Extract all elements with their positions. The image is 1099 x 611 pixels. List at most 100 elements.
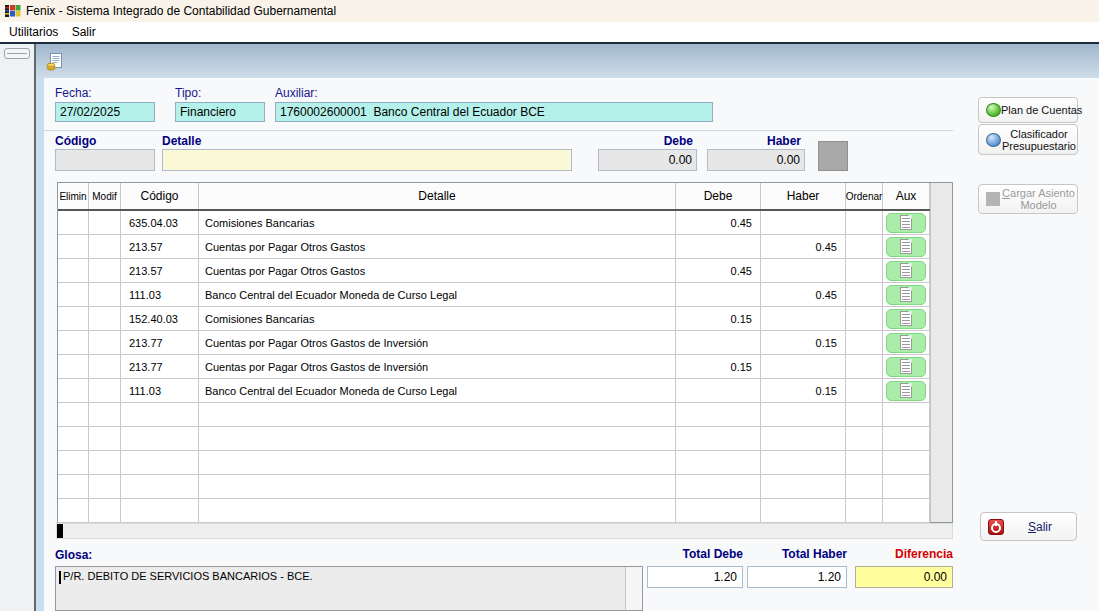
cell-detalle[interactable]: Banco Central del Ecuador Moneda de Curs… xyxy=(199,283,676,306)
table-vertical-scrollbar[interactable] xyxy=(930,183,952,522)
cell-aux[interactable] xyxy=(883,211,930,234)
cell-haber xyxy=(761,403,846,426)
cell-elimin[interactable] xyxy=(58,259,89,282)
cell-haber[interactable] xyxy=(761,259,846,282)
cell-elimin[interactable] xyxy=(58,283,89,306)
cell-modif[interactable] xyxy=(89,235,121,258)
cell-elimin[interactable] xyxy=(58,355,89,378)
cell-elimin[interactable] xyxy=(58,331,89,354)
aux-button[interactable] xyxy=(886,285,926,305)
cell-aux[interactable] xyxy=(883,259,930,282)
cell-detalle[interactable]: Comisiones Bancarias xyxy=(199,307,676,330)
aux-button[interactable] xyxy=(886,357,926,377)
cell-detalle[interactable]: Cuentas por Pagar Otros Gastos xyxy=(199,259,676,282)
cell-aux[interactable] xyxy=(883,307,930,330)
cell-detalle[interactable]: Banco Central del Ecuador Moneda de Curs… xyxy=(199,379,676,402)
debe-input[interactable]: 0.00 xyxy=(598,149,697,171)
cell-ordenar[interactable] xyxy=(846,211,883,234)
menu-utilitarios[interactable]: Utilitarios xyxy=(4,22,63,42)
cell-debe[interactable]: 0.15 xyxy=(676,307,761,330)
cell-aux[interactable] xyxy=(883,283,930,306)
cell-modif[interactable] xyxy=(89,307,121,330)
cell-modif[interactable] xyxy=(89,283,121,306)
cell-elimin[interactable] xyxy=(58,235,89,258)
cell-ordenar[interactable] xyxy=(846,379,883,402)
sidebar-collapse-handle[interactable] xyxy=(4,48,30,59)
cell-codigo[interactable]: 152.40.03 xyxy=(121,307,199,330)
cell-codigo[interactable]: 111.03 xyxy=(121,379,199,402)
glosa-textarea[interactable]: P/R. DEBITO DE SERVICIOS BANCARIOS - BCE… xyxy=(55,566,643,611)
column-header-aux: Aux xyxy=(883,183,930,209)
auxiliar-input[interactable]: 1760002600001 Banco Central del Ecuador … xyxy=(275,102,713,122)
aux-button[interactable] xyxy=(886,309,926,329)
cell-ordenar[interactable] xyxy=(846,331,883,354)
cell-detalle[interactable]: Cuentas por Pagar Otros Gastos xyxy=(199,235,676,258)
cell-codigo[interactable]: 213.57 xyxy=(121,235,199,258)
cell-haber[interactable] xyxy=(761,355,846,378)
aux-button[interactable] xyxy=(886,333,926,353)
cell-debe[interactable] xyxy=(676,379,761,402)
cell-ordenar[interactable] xyxy=(846,235,883,258)
cell-modif[interactable] xyxy=(89,211,121,234)
cell-debe[interactable] xyxy=(676,331,761,354)
cell-codigo[interactable]: 213.77 xyxy=(121,355,199,378)
cell-ordenar[interactable] xyxy=(846,355,883,378)
aux-button[interactable] xyxy=(886,213,926,233)
cell-haber[interactable]: 0.15 xyxy=(761,331,846,354)
cell-codigo[interactable]: 213.77 xyxy=(121,331,199,354)
haber-input[interactable]: 0.00 xyxy=(707,149,805,171)
salir-button[interactable]: Salir xyxy=(980,512,1077,541)
aux-button[interactable] xyxy=(886,261,926,281)
cell-aux[interactable] xyxy=(883,331,930,354)
cell-detalle xyxy=(199,475,676,498)
cell-aux[interactable] xyxy=(883,235,930,258)
cell-aux[interactable] xyxy=(883,355,930,378)
plan-de-cuentas-button[interactable]: Plan de Cuentas xyxy=(978,97,1078,123)
menu-salir[interactable]: Salir xyxy=(67,22,101,42)
table-horizontal-scrollbar[interactable] xyxy=(56,523,953,539)
cell-debe[interactable] xyxy=(676,235,761,258)
cell-codigo[interactable]: 111.03 xyxy=(121,283,199,306)
aux-button[interactable] xyxy=(886,381,926,401)
codigo-input[interactable] xyxy=(55,149,155,171)
cell-haber[interactable]: 0.45 xyxy=(761,283,846,306)
cell-detalle[interactable]: Comisiones Bancarias xyxy=(199,211,676,234)
new-document-icon[interactable] xyxy=(46,52,64,71)
cell-elimin[interactable] xyxy=(58,379,89,402)
cell-ordenar[interactable] xyxy=(846,307,883,330)
cargar-asiento-modelo-button[interactable]: Cargar AsientoModelo xyxy=(978,184,1078,214)
cell-haber[interactable] xyxy=(761,211,846,234)
cell-debe[interactable] xyxy=(676,283,761,306)
cell-debe[interactable]: 0.15 xyxy=(676,355,761,378)
detalle-input[interactable] xyxy=(162,149,572,171)
cell-codigo[interactable]: 635.04.03 xyxy=(121,211,199,234)
cell-aux xyxy=(883,499,930,522)
scrollbar-thumb[interactable] xyxy=(57,524,63,538)
cell-modif[interactable] xyxy=(89,379,121,402)
cell-aux[interactable] xyxy=(883,379,930,402)
cell-haber[interactable]: 0.45 xyxy=(761,235,846,258)
fecha-input[interactable]: 27/02/2025 xyxy=(55,102,155,122)
glosa-scrollbar[interactable] xyxy=(625,567,642,610)
cell-detalle[interactable]: Cuentas por Pagar Otros Gastos de Invers… xyxy=(199,355,676,378)
cell-modif[interactable] xyxy=(89,355,121,378)
aux-button[interactable] xyxy=(886,237,926,257)
cell-modif[interactable] xyxy=(89,331,121,354)
gray-square-button[interactable] xyxy=(818,141,848,171)
cell-detalle[interactable]: Cuentas por Pagar Otros Gastos de Invers… xyxy=(199,331,676,354)
cell-aux xyxy=(883,475,930,498)
cell-haber[interactable]: 0.15 xyxy=(761,379,846,402)
cell-modif[interactable] xyxy=(89,259,121,282)
cell-debe[interactable]: 0.45 xyxy=(676,211,761,234)
tipo-input[interactable]: Financiero xyxy=(175,102,265,122)
cell-codigo[interactable]: 213.57 xyxy=(121,259,199,282)
cell-haber[interactable] xyxy=(761,307,846,330)
cell-debe[interactable]: 0.45 xyxy=(676,259,761,282)
table-row: 213.57Cuentas por Pagar Otros Gastos 0.45 xyxy=(58,235,930,259)
cell-ordenar[interactable] xyxy=(846,259,883,282)
cell-ordenar[interactable] xyxy=(846,283,883,306)
clasificador-presupuestario-button[interactable]: ClasificadorPresupuestario xyxy=(978,124,1078,155)
cell-elimin[interactable] xyxy=(58,307,89,330)
cell-elimin[interactable] xyxy=(58,211,89,234)
cell-haber xyxy=(761,475,846,498)
